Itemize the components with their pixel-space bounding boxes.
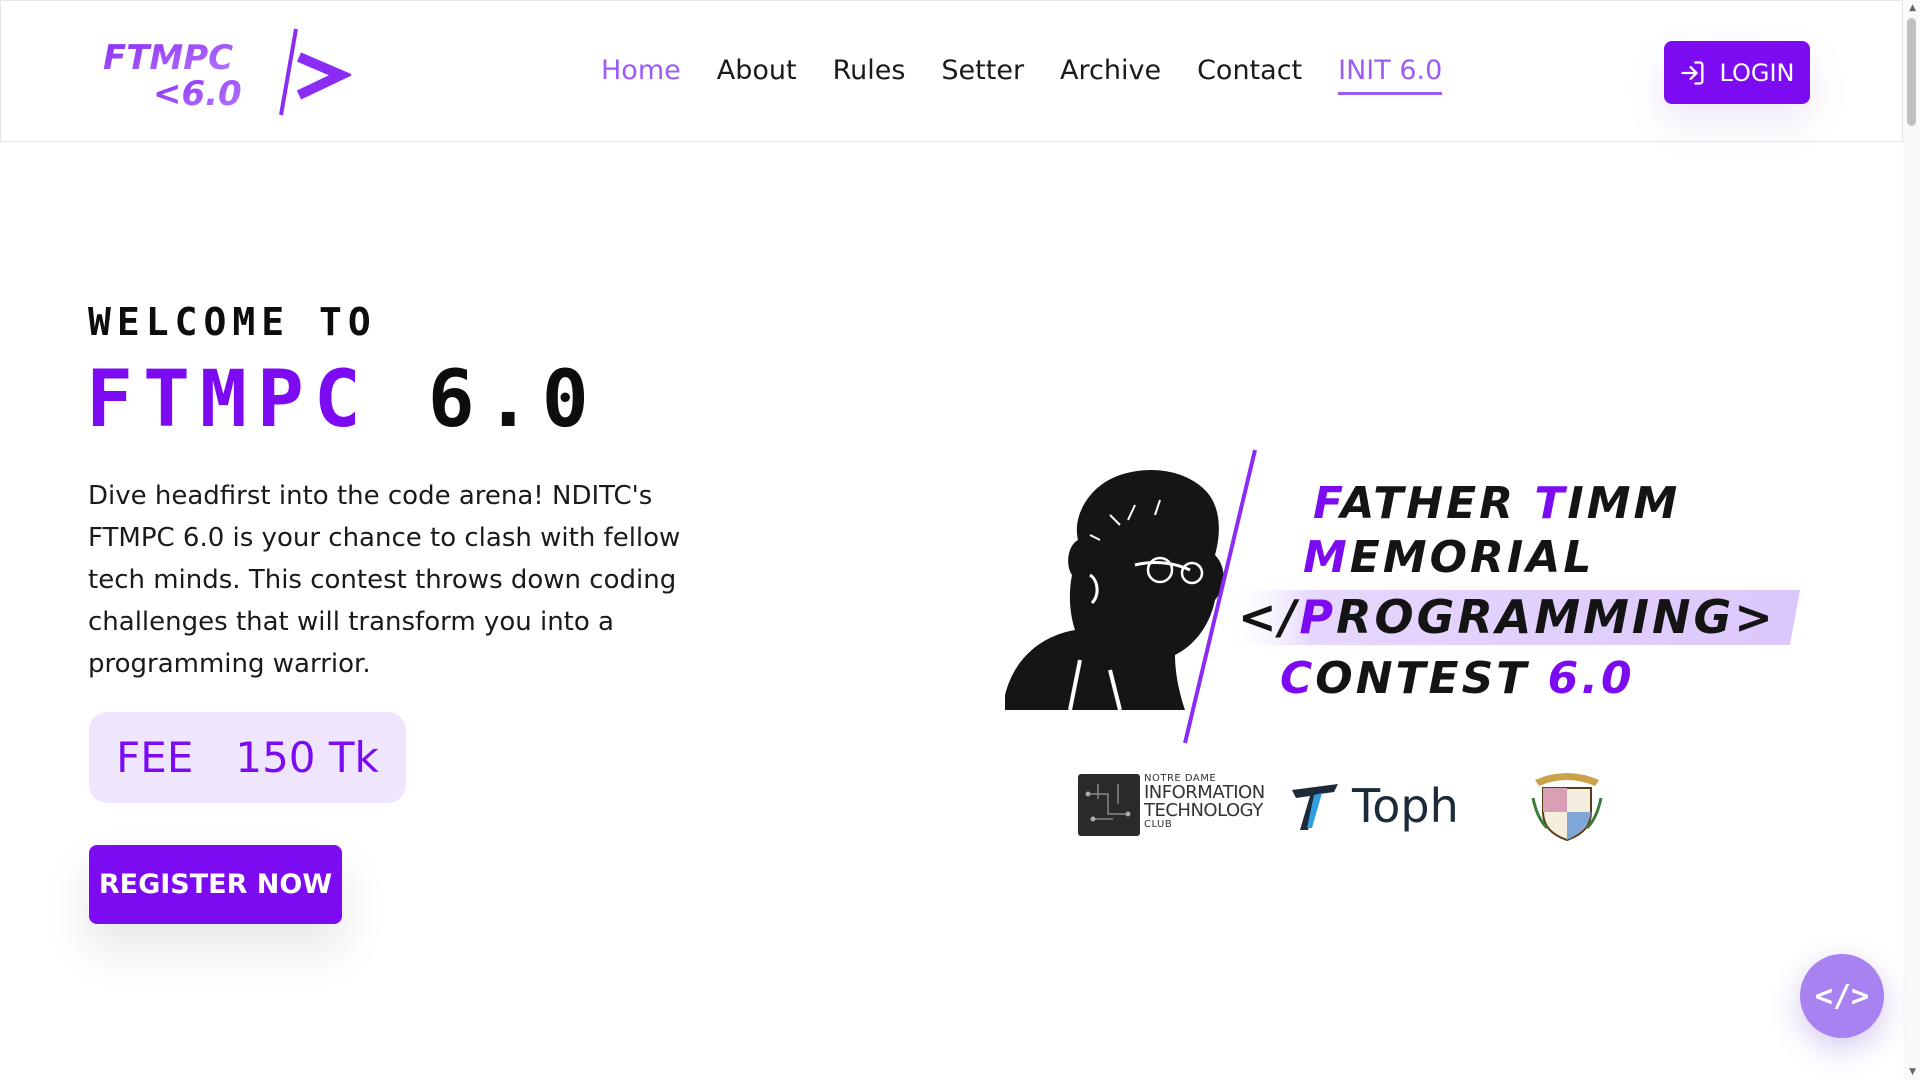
scroll-thumb[interactable] — [1907, 18, 1916, 126]
nav-setter[interactable]: Setter — [941, 51, 1024, 91]
nditc-logo[interactable]: NOTRE DAME INFORMATION TECHNOLOGY CLUB — [1078, 774, 1265, 838]
nav-about[interactable]: About — [717, 51, 797, 91]
banner-line-father-timm: FATHER TIMM — [1313, 478, 1681, 529]
scroll-up-arrow-icon[interactable]: ▲ — [1909, 3, 1916, 13]
college-crest-icon[interactable] — [1527, 768, 1607, 844]
login-label: LOGIN — [1719, 58, 1795, 87]
login-button[interactable]: LOGIN — [1664, 41, 1810, 104]
sponsor-logos: NOTRE DAME INFORMATION TECHNOLOGY CLUB T… — [1075, 768, 1635, 848]
page-scrollbar[interactable]: ▲ ▼ — [1903, 0, 1920, 1080]
circuit-icon — [1078, 774, 1140, 836]
code-fab-button[interactable]: </> — [1800, 954, 1884, 1038]
nav-home[interactable]: Home — [601, 51, 681, 91]
toph-mark-icon — [1292, 784, 1338, 830]
fee-badge: FEE 150 Tk — [89, 712, 406, 803]
scroll-down-arrow-icon[interactable]: ▼ — [1909, 1067, 1916, 1077]
banner-line-memorial: MEMORIAL — [1303, 532, 1595, 583]
nav-archive[interactable]: Archive — [1060, 51, 1161, 91]
banner-line-contest: CONTEST 6.0 — [1280, 653, 1635, 704]
hero-title-brand: FTMPC — [86, 355, 371, 445]
hero-description: Dive headfirst into the code arena! NDIT… — [88, 481, 681, 679]
login-icon — [1681, 60, 1704, 85]
welcome-heading: WELCOME TO — [88, 300, 377, 344]
nav-rules[interactable]: Rules — [833, 51, 906, 91]
register-button[interactable]: REGISTER NOW — [89, 845, 342, 924]
main-nav: Home About Rules Setter Archive Contact … — [601, 51, 1443, 95]
hero-title: FTMPC 6.0 — [86, 355, 599, 445]
toph-logo[interactable]: Toph — [1290, 776, 1459, 836]
code-icon: </> — [1814, 978, 1870, 1014]
hero-title-version: 6.0 — [427, 355, 599, 445]
ftmpc-logo[interactable]: FTMPC <6.0 — [101, 27, 354, 117]
svg-text:<6.0: <6.0 — [153, 74, 242, 114]
nav-contact[interactable]: Contact — [1197, 51, 1302, 91]
nav-init[interactable]: INIT 6.0 — [1338, 51, 1443, 95]
fee-label: FEE — [116, 733, 194, 782]
portrait-illustration — [1005, 470, 1224, 711]
svg-text:FTMPC: FTMPC — [103, 38, 233, 78]
banner-line-programming: </PROGRAMMING> — [1238, 590, 1776, 644]
site-header: FTMPC <6.0 Home About Rules Setter Archi… — [0, 0, 1903, 142]
fee-value: 150 Tk — [235, 733, 379, 782]
